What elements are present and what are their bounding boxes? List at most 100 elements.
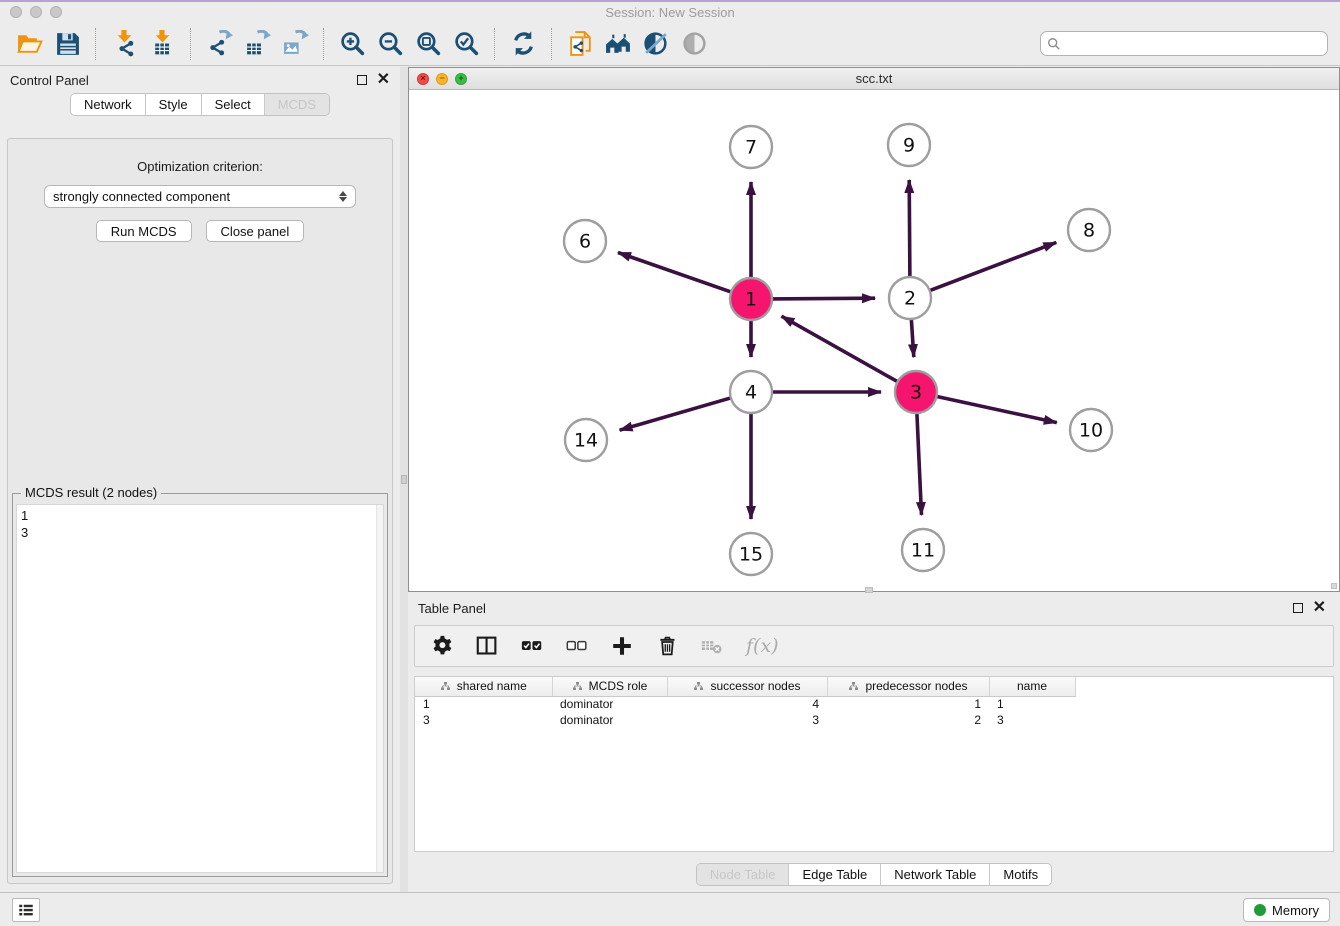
- eye-button[interactable]: [675, 25, 713, 63]
- table-row[interactable]: 1dominator411: [415, 696, 1075, 712]
- style-preview-button[interactable]: [637, 25, 675, 63]
- vertical-splitter-handle[interactable]: [865, 587, 873, 593]
- tab-mcds[interactable]: MCDS: [265, 94, 329, 115]
- node-8[interactable]: 8: [1068, 209, 1110, 251]
- mcds-result-text[interactable]: 1 3: [16, 504, 384, 873]
- gear-button[interactable]: [431, 631, 453, 661]
- import-table-button[interactable]: [143, 25, 181, 63]
- refresh-layout-button[interactable]: [504, 25, 542, 63]
- deselect-all-button[interactable]: [566, 631, 588, 661]
- panel-splitter[interactable]: [400, 67, 408, 892]
- criterion-dropdown[interactable]: strongly connected component: [44, 185, 356, 208]
- node-3[interactable]: 3: [895, 371, 937, 413]
- column-header-shared-name[interactable]: shared name: [415, 677, 552, 696]
- resize-grip-icon[interactable]: [1331, 583, 1337, 589]
- search-field[interactable]: [1040, 31, 1328, 56]
- tab-motifs[interactable]: Motifs: [990, 864, 1051, 885]
- edge-1-2[interactable]: [770, 298, 875, 299]
- network-canvas[interactable]: 7 9 6 8 1 2 4 3 14 10 15 11: [409, 90, 1339, 591]
- zoom-out-button[interactable]: [371, 25, 409, 63]
- edge-4-14[interactable]: [620, 397, 733, 430]
- node-1[interactable]: 1: [730, 278, 772, 320]
- main-toolbar: [0, 22, 1340, 66]
- float-panel-icon[interactable]: [357, 75, 367, 85]
- duplicate-network-button[interactable]: [561, 25, 599, 63]
- select-all-button[interactable]: [521, 631, 543, 661]
- columns-button[interactable]: [476, 631, 498, 661]
- table-row[interactable]: 3dominator323: [415, 712, 1075, 728]
- run-mcds-button[interactable]: Run MCDS: [96, 220, 192, 242]
- node-4[interactable]: 4: [730, 371, 772, 413]
- edge-1-6[interactable]: [618, 253, 733, 293]
- table-cell[interactable]: 2: [827, 712, 989, 728]
- task-history-button[interactable]: [12, 898, 40, 922]
- tab-style[interactable]: Style: [146, 94, 202, 115]
- splitter-handle-icon[interactable]: [401, 475, 407, 484]
- tab-network-table[interactable]: Network Table: [881, 864, 990, 885]
- node-2[interactable]: 2: [889, 277, 931, 319]
- node-7[interactable]: 7: [730, 126, 772, 168]
- table-toolbar: f(x): [414, 625, 1334, 667]
- close-panel-icon[interactable]: ✕: [377, 75, 390, 85]
- float-table-panel-icon[interactable]: [1293, 603, 1303, 613]
- toolbar-separator: [551, 28, 552, 60]
- edge-2-8[interactable]: [928, 242, 1057, 291]
- table-cell[interactable]: 3: [415, 712, 552, 728]
- tab-network[interactable]: Network: [71, 94, 146, 115]
- home-button[interactable]: [599, 25, 637, 63]
- memory-status-icon: [1254, 904, 1266, 916]
- open-session-button[interactable]: [10, 25, 48, 63]
- close-panel-button[interactable]: Close panel: [206, 220, 305, 242]
- tab-node-table[interactable]: Node Table: [697, 864, 790, 885]
- node-9[interactable]: 9: [888, 124, 930, 166]
- column-type-icon: [848, 681, 859, 692]
- zoom-fit-button[interactable]: [409, 25, 447, 63]
- edge-3-11[interactable]: [917, 411, 922, 515]
- svg-text:6: 6: [579, 231, 591, 253]
- edge-2-9[interactable]: [909, 180, 910, 279]
- table-cell[interactable]: 3: [989, 712, 1075, 728]
- node-11[interactable]: 11: [902, 529, 944, 571]
- add-column-button[interactable]: [611, 631, 633, 661]
- tab-select[interactable]: Select: [202, 94, 265, 115]
- table-cell[interactable]: 1: [827, 696, 989, 712]
- edge-3-10[interactable]: [935, 396, 1057, 423]
- table-cell[interactable]: 1: [989, 696, 1075, 712]
- save-session-button[interactable]: [48, 25, 86, 63]
- node-15[interactable]: 15: [730, 533, 772, 575]
- function-icon: f(x): [746, 635, 779, 657]
- table-cell[interactable]: dominator: [552, 712, 667, 728]
- result-scrollbar[interactable]: [376, 505, 383, 872]
- export-table-button[interactable]: [238, 25, 276, 63]
- delete-column-button[interactable]: [656, 631, 678, 661]
- edge-3-1[interactable]: [782, 316, 900, 383]
- column-header-MCDS-role[interactable]: MCDS role: [552, 677, 667, 696]
- dropdown-stepper-icon: [339, 191, 347, 202]
- control-panel-title: Control Panel: [10, 73, 357, 88]
- node-14[interactable]: 14: [565, 419, 607, 461]
- node-6[interactable]: 6: [564, 220, 606, 262]
- network-window-titlebar[interactable]: × − + scc.txt: [409, 68, 1339, 90]
- close-table-panel-icon[interactable]: ✕: [1313, 603, 1326, 613]
- zoom-in-button[interactable]: [333, 25, 371, 63]
- column-header-name[interactable]: name: [989, 677, 1075, 696]
- memory-button[interactable]: Memory: [1243, 898, 1330, 922]
- column-header-successor-nodes[interactable]: successor nodes: [667, 677, 827, 696]
- export-network-button[interactable]: [200, 25, 238, 63]
- edge-2-3[interactable]: [911, 317, 914, 357]
- import-network-button[interactable]: [105, 25, 143, 63]
- function-builder-button[interactable]: f(x): [746, 631, 779, 661]
- table-cell[interactable]: 3: [667, 712, 827, 728]
- search-input[interactable]: [1061, 34, 1327, 54]
- table-cell[interactable]: dominator: [552, 696, 667, 712]
- delete-table-button[interactable]: [701, 631, 723, 661]
- table-cell[interactable]: 1: [415, 696, 552, 712]
- column-header-predecessor-nodes[interactable]: predecessor nodes: [827, 677, 989, 696]
- toolbar-separator: [494, 28, 495, 60]
- tab-edge-table[interactable]: Edge Table: [789, 864, 881, 885]
- table-cell[interactable]: 4: [667, 696, 827, 712]
- node-10[interactable]: 10: [1070, 409, 1112, 451]
- zoom-selected-button[interactable]: [447, 25, 485, 63]
- zoom-in-icon: [339, 30, 366, 57]
- export-image-button[interactable]: [276, 25, 314, 63]
